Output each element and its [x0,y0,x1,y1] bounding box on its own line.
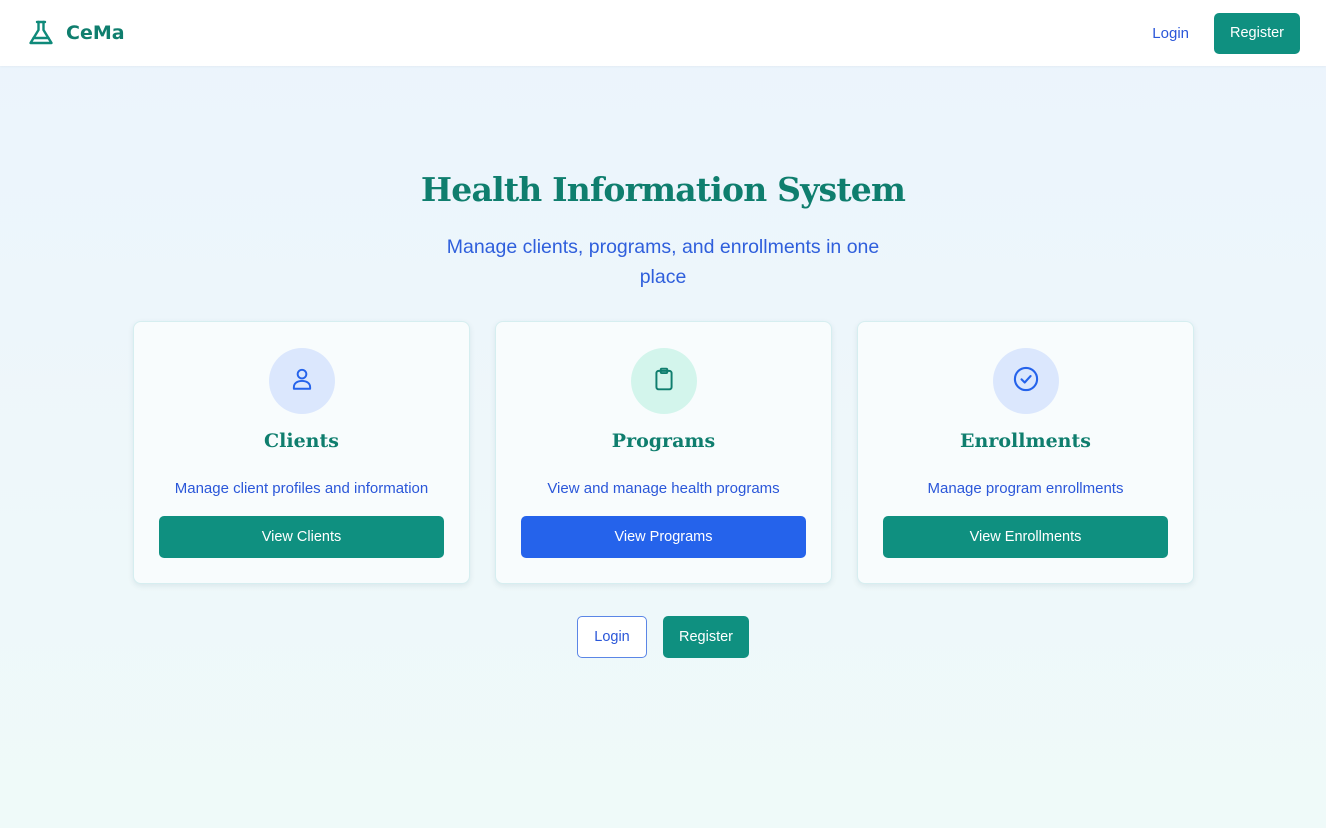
flask-icon [27,19,55,47]
card-icon-circle [631,348,697,414]
card-enrollments: Enrollments Manage program enrollments V… [857,321,1194,584]
user-icon [289,366,315,397]
top-navbar: CeMa Login Register [0,0,1326,66]
card-clients: Clients Manage client profiles and infor… [133,321,470,584]
brand-name: CeMa [66,22,125,44]
view-clients-button[interactable]: View Clients [159,516,444,558]
login-button[interactable]: Login [577,616,647,658]
register-button[interactable]: Register [663,616,749,658]
card-description: Manage program enrollments [927,480,1124,497]
nav-login-link[interactable]: Login [1152,25,1189,42]
card-icon-circle [269,348,335,414]
view-enrollments-button[interactable]: View Enrollments [883,516,1168,558]
view-programs-button[interactable]: View Programs [521,516,806,558]
page-subtitle: Manage clients, programs, and enrollment… [446,236,880,288]
clipboard-icon [651,366,677,397]
page-title: Health Information System [420,170,906,209]
check-circle-icon [1012,365,1040,398]
feature-cards: Clients Manage client profiles and infor… [133,321,1194,584]
nav-actions: Login Register [1152,12,1300,54]
card-icon-circle [993,348,1059,414]
card-description: Manage client profiles and information [174,480,429,497]
card-title: Enrollments [960,430,1091,452]
card-title: Clients [264,430,339,452]
auth-actions: Login Register [577,616,749,658]
card-title: Programs [611,430,716,452]
brand-logo[interactable]: CeMa [27,19,125,47]
card-description: View and manage health programs [547,480,780,497]
nav-register-button[interactable]: Register [1214,12,1300,54]
card-programs: Programs View and manage health programs… [495,321,832,584]
